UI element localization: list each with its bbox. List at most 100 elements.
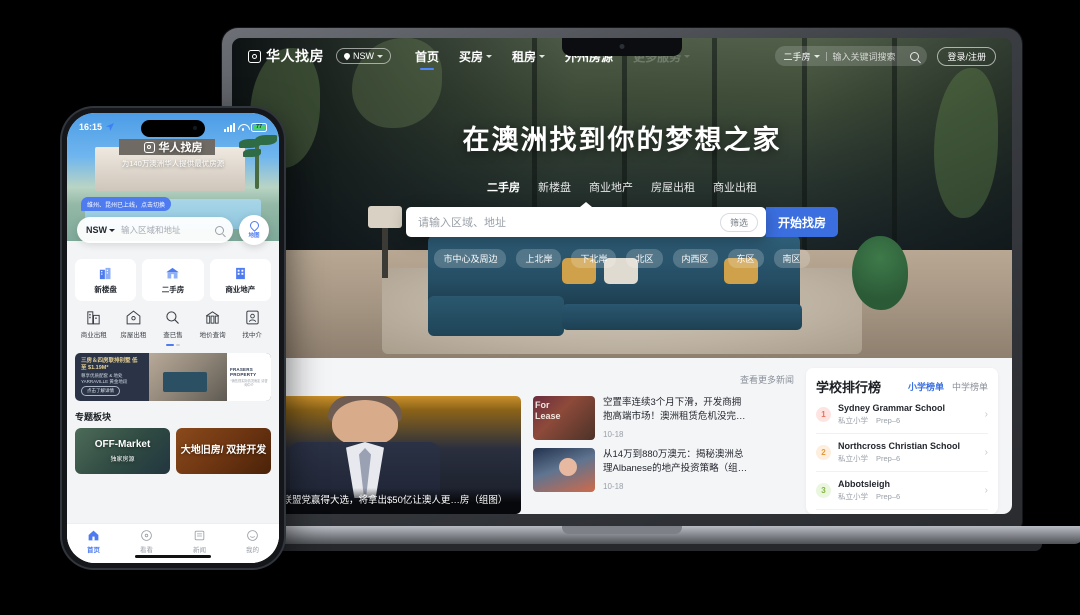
navbar-search[interactable]: 二手房 输入关键词搜索 [775,46,928,66]
tab-label: 看看 [140,547,153,554]
chevron-right-icon: › [984,409,988,420]
nav-item-rent[interactable]: 租房 [512,48,546,65]
tab-explore[interactable]: 看看 [120,529,173,554]
search-category-selector[interactable]: 二手房 [783,50,820,63]
featured-news-card[interactable]: ：如果联盟党赢得大选，将拿出$50亿让澳人更…房（组图） [246,396,521,514]
hero-search-row: 请输入区域、地址 筛选 开始找房 [232,207,1012,237]
school-meta: 私立小学 Prep–6 [838,491,900,502]
topic-card-landdev[interactable]: 大地旧房/ 双拼开发 [176,428,271,474]
hero-tab-commercial[interactable]: 商业地产 [589,179,633,195]
news-thumbnail [533,396,595,440]
battery-level: 77 [255,124,263,130]
start-search-button[interactable]: 开始找房 [766,207,838,237]
signal-icon [224,122,235,132]
advertisement-banner[interactable]: 三房＆四房联排别墅 低至 $1.19M* 尊享优质配套 & 地处 YARRAVI… [75,353,271,401]
tab-secondary-ranking[interactable]: 中学榜单 [952,380,988,393]
hero-search-input[interactable]: 请输入区域、地址 [418,214,720,230]
region-selector[interactable]: NSW [336,48,391,64]
tab-home[interactable]: 首页 [67,529,120,554]
home-indicator [135,555,211,558]
map-button[interactable]: 地图 [239,215,269,245]
news-item[interactable]: 从14万到880万澳元：揭秘澳洲总 理Albanese的地产投资策略（组… 10… [533,448,794,492]
nav-label: 首页 [415,49,440,64]
chevron-down-icon [109,228,115,232]
quick-link-label: 商业出租 [80,332,107,339]
chevron-down-icon [539,54,546,58]
office-icon [235,267,245,279]
hero-tab-commercialrent[interactable]: 商业出租 [713,179,757,195]
school-meta: 私立小学 Prep–6 [838,415,945,426]
search-category-label: 二手房 [783,51,811,62]
logo-mark-icon [248,49,261,63]
category-card-secondhand[interactable]: 二手房 [142,259,204,301]
ad-brand-block: FRASERS PROPERTY *销售视实际情况而定 请咨询中介 [227,353,271,401]
phone-region-selector[interactable]: NSW [86,225,115,235]
tab-news[interactable]: 新闻 [173,529,226,554]
hero-sofa-seat [562,304,802,330]
quick-link-sold[interactable]: 查已售 [154,309,192,339]
laptop-front-edge [202,544,1042,551]
tab-primary-ranking[interactable]: 小学榜单 [908,380,944,393]
school-grade: Prep–6 [876,492,901,501]
quick-link-land-value[interactable]: 地价查询 [194,309,232,339]
search-sold-icon [166,311,180,324]
category-card-commercial[interactable]: 商业地产 [209,259,271,301]
region-chip[interactable]: 下北岸 [571,249,617,268]
laptop-lid: 华人找房 NSW 首页 买房 租房 外州房源 更多服务 二手房 输入关键词搜索 … [222,28,1022,528]
land-value-icon [205,311,220,324]
school-name: Northcross Christian School [838,441,961,451]
hero-search-panel: 请输入区域、地址 筛选 [406,207,766,237]
ad-cta-button[interactable]: 点击了解详情 [81,386,120,396]
region-chip[interactable]: 东区 [727,249,764,268]
quick-link-house-rent[interactable]: 房屋出租 [115,309,153,339]
tab-profile[interactable]: 我的 [226,529,279,554]
phone-search-input[interactable]: 输入区域和地址 [121,224,209,236]
school-row[interactable]: 2 Northcross Christian School 私立小学 Prep–… [816,434,988,472]
search-icon[interactable] [215,225,224,235]
school-row[interactable]: 3 Abbotsleigh 私立小学 Prep–6 › [816,472,988,510]
new-building-icon [100,267,111,279]
topic-card-offmarket[interactable]: OFF-Market 独家房源 [75,428,170,474]
chevron-right-icon: › [984,447,988,458]
school-panel-title: 学校排行榜 [816,380,882,395]
navbar-search-input[interactable]: 输入关键词搜索 [833,50,905,63]
region-chip[interactable]: 市中心及周边 [434,249,507,268]
region-chip[interactable]: 南区 [773,249,810,268]
status-right: 77 [224,122,267,132]
region-chip[interactable]: 内西区 [672,249,718,268]
region-label: NSW [353,51,374,61]
filter-button[interactable]: 筛选 [719,212,758,232]
category-label: 商业地产 [225,284,256,294]
quick-link-commercial-rent[interactable]: 商业出租 [75,309,113,339]
laptop-base-notch [562,526,682,534]
ad-logo: FRASERS PROPERTY [230,366,257,377]
hero-sofa-chaise [428,296,564,336]
school-row[interactable]: 1 Sydney Grammar School 私立小学 Prep–6 › [816,396,988,434]
nav-item-home[interactable]: 首页 [415,48,439,65]
phone-search-bar[interactable]: NSW 输入区域和地址 [77,217,233,243]
search-icon[interactable] [910,51,920,61]
hero-tab-houserent[interactable]: 房屋出租 [651,179,695,195]
quick-link-label: 地价查询 [199,332,226,339]
region-chip[interactable]: 上北岸 [516,249,562,268]
category-card-new-development[interactable]: 新楼盘 [75,259,137,301]
login-register-button[interactable]: 登录/注册 [937,46,996,66]
agent-icon [246,310,259,325]
region-chip[interactable]: 北区 [626,249,663,268]
hero-tab-secondhand[interactable]: 二手房 [487,179,520,195]
site-logo[interactable]: 华人找房 [248,46,324,66]
news-thumbnail [533,448,595,492]
hero-tab-newdev[interactable]: 新楼盘 [538,179,571,195]
state-switch-badge[interactable]: 维州、昆州已上线，点击切换 [81,197,172,211]
news-text: 从14万到880万澳元：揭秘澳洲总 理Albanese的地产投资策略（组… 10… [603,448,794,492]
quick-link-agent[interactable]: 找中介 [233,309,271,339]
school-name: Abbotsleigh [838,479,890,489]
news-more-link[interactable]: 查看更多新闻 [740,373,794,386]
news-item[interactable]: 空置率连续3个月下滑，开发商拥 抱高端市场！澳洲租赁危机没完… 10-18 [533,396,794,440]
nav-item-buy[interactable]: 买房 [459,48,493,65]
nav-label: 租房 [512,49,537,64]
phone-body: 16:15 77 华人找房 为140万澳洲华人提供最优房源 维州、昆州已上线，点… [62,108,284,568]
topic-card-title: OFF-Market [94,439,151,451]
phone-brand-name: 华人找房 [158,142,203,154]
scroll-fade [67,513,279,523]
